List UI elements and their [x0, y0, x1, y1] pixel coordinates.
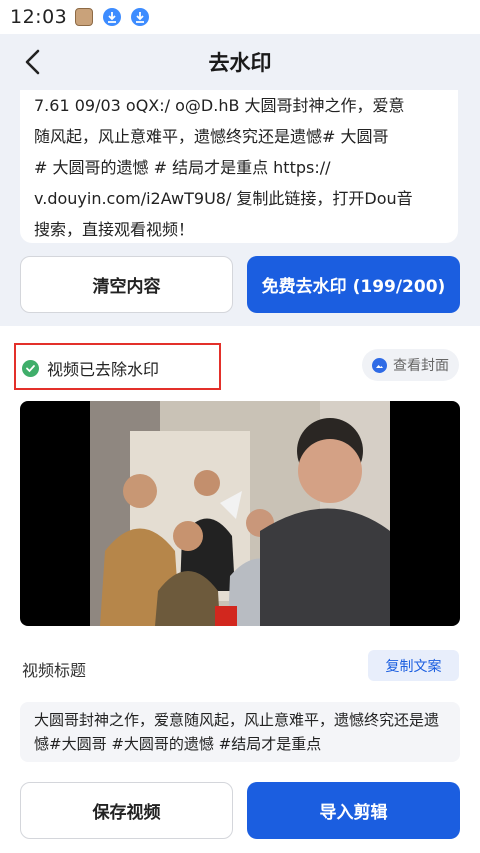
- remove-watermark-button[interactable]: 免费去水印 (199/200): [247, 256, 460, 313]
- status-time: 12:03: [10, 6, 68, 28]
- status-text: 视频已去除水印: [47, 360, 160, 379]
- share-text-line: 7.61 09/03 oQX:/ o@D.hB 大圆哥封神之作，爱意: [34, 96, 405, 115]
- share-text-input[interactable]: 7.61 09/03 oQX:/ o@D.hB 大圆哥封神之作，爱意 随风起，风…: [20, 90, 458, 243]
- watermark-removed-status: 视频已去除水印: [22, 356, 159, 380]
- view-cover-label: 查看封面: [393, 358, 449, 374]
- video-thumbnail: [90, 401, 390, 626]
- page-title: 去水印: [208, 51, 272, 75]
- chevron-left-icon: [25, 49, 40, 75]
- clear-content-button[interactable]: 清空内容: [20, 256, 233, 313]
- download-icon: [131, 8, 150, 26]
- import-edit-button[interactable]: 导入剪辑: [247, 782, 460, 839]
- check-circle-icon: [22, 359, 39, 377]
- app-avatar-icon: [75, 8, 94, 26]
- download-icon: [103, 8, 122, 26]
- video-title-label: 视频标题: [22, 661, 87, 680]
- video-title-text: 大圆哥封神之作，爱意随风起，风止意难平，遗憾终究还是遗憾#大圆哥 #大圆哥的遗憾…: [20, 702, 460, 762]
- status-bar: 12:03: [0, 0, 480, 34]
- view-cover-button[interactable]: 查看封面: [362, 349, 459, 381]
- save-video-button[interactable]: 保存视频: [20, 782, 233, 839]
- share-text-line: v.douyin.com/i2AwT9U8/ 复制此链接，打开Dou音: [34, 189, 413, 208]
- share-text-line: 随风起，风止意难平，遗憾终究还是遗憾# 大圆哥: [34, 127, 389, 146]
- back-button[interactable]: [18, 46, 48, 78]
- image-icon: [372, 357, 387, 373]
- copy-text-button[interactable]: 复制文案: [368, 650, 459, 681]
- video-player[interactable]: [20, 401, 460, 626]
- nav-bar: 去水印: [0, 34, 480, 90]
- share-text-line: # 大圆哥的遗憾 # 结局才是重点 https://: [34, 158, 331, 177]
- share-text-line: 搜索，直接观看视频！: [34, 220, 195, 239]
